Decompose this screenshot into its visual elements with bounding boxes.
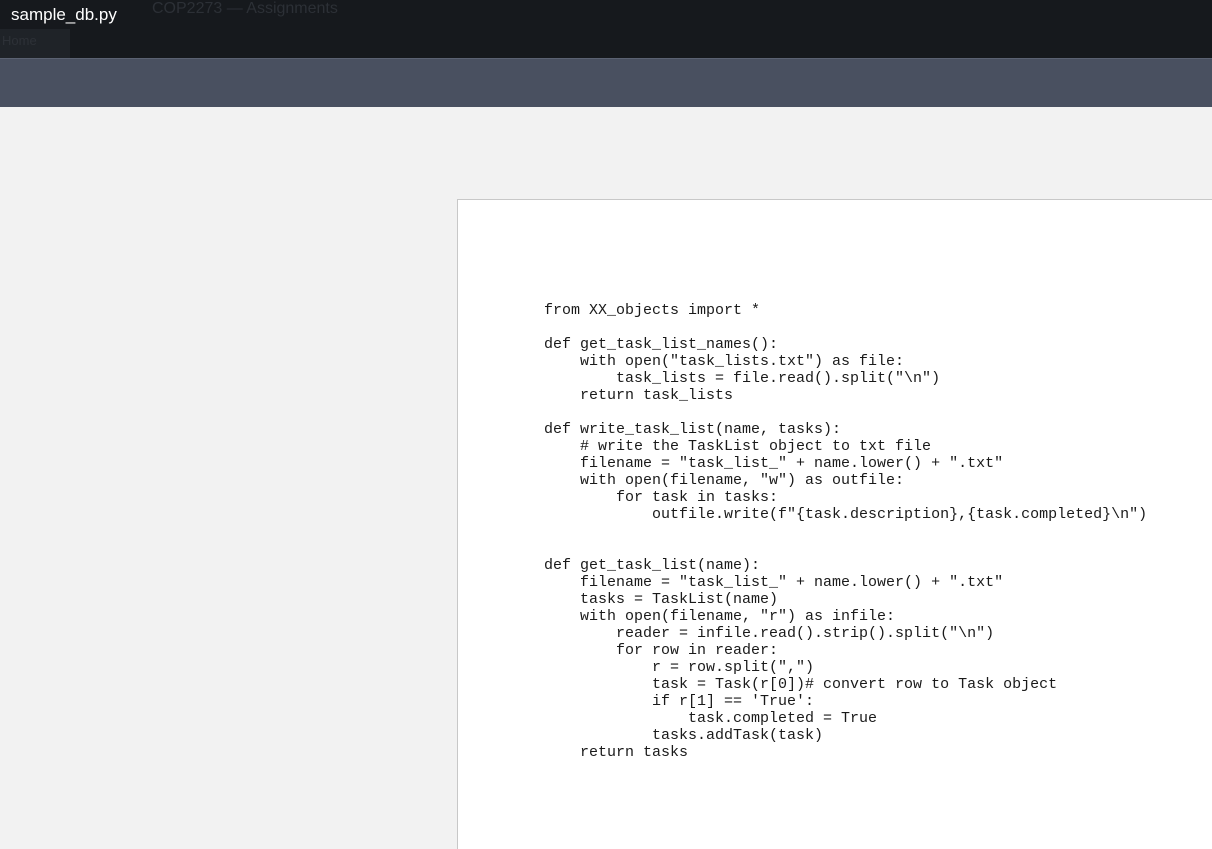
- background-course-title: COP2273 — Assignments: [152, 0, 338, 17]
- document-page: from XX_objects import * def get_task_li…: [457, 199, 1212, 849]
- file-title: sample_db.py: [11, 5, 117, 24]
- title-bar: COP2273 — Assignments Home sample_db.py: [0, 0, 1212, 58]
- background-home-link: Home: [0, 29, 70, 58]
- viewer-toolbar: [0, 58, 1212, 107]
- code-content: from XX_objects import * def get_task_li…: [544, 302, 1148, 761]
